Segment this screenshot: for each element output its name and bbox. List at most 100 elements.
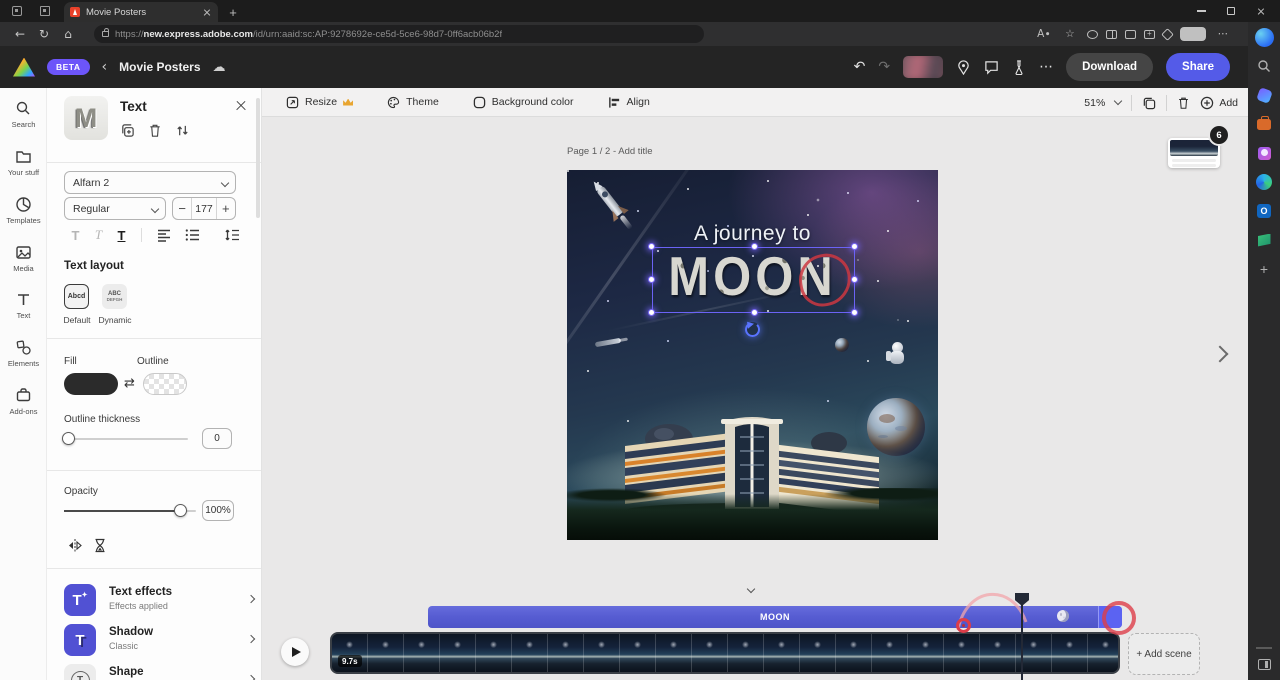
layout-default-tile[interactable]: Abcd <box>64 284 89 309</box>
redo-icon[interactable]: ↷ <box>878 59 890 75</box>
selection-handle-nw[interactable] <box>648 243 655 250</box>
favorites-bar-icon[interactable] <box>1125 30 1136 39</box>
refresh-icon[interactable]: ↻ <box>32 27 56 41</box>
font-weight-select[interactable]: Regular <box>64 197 166 220</box>
tab-actions-icon[interactable] <box>34 2 56 20</box>
sidebar-item-add-ons[interactable]: Add-ons <box>0 387 47 416</box>
page-label[interactable]: Page 1 / 2 - Add title <box>567 146 653 157</box>
align-text-icon[interactable] <box>156 228 172 242</box>
swap-fill-outline-icon[interactable]: ⇄ <box>124 376 135 391</box>
fill-color-swatch[interactable] <box>64 373 118 395</box>
sidebar-search-icon[interactable] <box>1254 56 1274 76</box>
outline-thickness-slider[interactable] <box>64 438 188 440</box>
url-bar[interactable]: https://new.express.adobe.com/id/urn:aai… <box>94 25 704 43</box>
filmstrip-frame[interactable] <box>512 634 548 672</box>
collections-icon[interactable] <box>1144 30 1155 39</box>
favorites-icon[interactable]: ☆ <box>1061 28 1079 40</box>
outline-color-swatch[interactable] <box>143 373 187 395</box>
document-title[interactable]: Movie Posters <box>119 60 200 74</box>
read-aloud-icon[interactable]: A∙ <box>1035 28 1053 40</box>
share-button[interactable]: Share <box>1166 53 1230 81</box>
pages-stack[interactable]: 6 <box>1168 130 1224 174</box>
filmstrip-frame[interactable] <box>980 634 1016 672</box>
font-size-increase-button[interactable]: + <box>217 198 235 219</box>
selection-handle-s[interactable] <box>751 309 758 316</box>
filmstrip-frame[interactable] <box>620 634 656 672</box>
beaker-icon[interactable] <box>1012 60 1026 75</box>
sidebar-item-elements[interactable]: Elements <box>0 339 47 368</box>
opacity-value[interactable]: 100% <box>202 500 234 521</box>
filmstrip-frame[interactable] <box>764 634 800 672</box>
zoom-value[interactable]: 51% <box>1084 97 1105 109</box>
arrange-order-icon[interactable] <box>175 123 190 138</box>
flip-horizontal-icon[interactable] <box>67 538 83 553</box>
list-icon[interactable] <box>184 228 200 242</box>
resize-button[interactable]: Resize <box>286 96 353 109</box>
playhead[interactable] <box>1021 597 1023 680</box>
back-icon[interactable]: ← <box>8 27 32 41</box>
filmstrip-frame[interactable] <box>908 634 944 672</box>
people-icon[interactable] <box>1254 143 1274 163</box>
filmstrip-frame[interactable] <box>800 634 836 672</box>
slider-thumb[interactable] <box>62 432 75 445</box>
filmstrip-frame[interactable] <box>944 634 980 672</box>
background-color-button[interactable]: Background color <box>473 96 574 109</box>
games-icon[interactable] <box>1254 172 1274 192</box>
panel-close-icon[interactable] <box>235 100 247 112</box>
hourglass-icon[interactable] <box>93 538 107 553</box>
font-size-decrease-button[interactable]: − <box>173 198 191 219</box>
split-screen-icon[interactable] <box>1106 30 1117 39</box>
minimize-button[interactable] <box>1186 0 1216 22</box>
align-button[interactable]: Align <box>608 96 650 109</box>
filmstrip-frame[interactable] <box>872 634 908 672</box>
filmstrip-frame[interactable] <box>548 634 584 672</box>
tab-close-icon[interactable] <box>202 7 212 17</box>
filmstrip-frame[interactable] <box>368 634 404 672</box>
slider-thumb[interactable] <box>174 504 187 517</box>
home-icon[interactable]: ⌂ <box>56 27 80 41</box>
outline-thickness-value[interactable]: 0 <box>202 428 232 449</box>
selection-handle-w[interactable] <box>648 276 655 283</box>
opacity-slider[interactable] <box>64 510 196 512</box>
filmstrip-frame[interactable] <box>1052 634 1088 672</box>
workspaces-icon[interactable] <box>6 2 28 20</box>
outlook-icon[interactable]: O <box>1254 201 1274 221</box>
add-page-button[interactable]: Add <box>1200 96 1238 110</box>
filmstrip-frame[interactable] <box>1088 634 1120 672</box>
new-tab-button[interactable]: + <box>224 3 242 21</box>
close-button[interactable] <box>1246 0 1276 22</box>
shape-row[interactable]: T Shape <box>64 664 262 680</box>
copilot-icon[interactable] <box>1254 27 1274 47</box>
download-button[interactable]: Download <box>1066 53 1153 81</box>
highlighted-extension-icon[interactable] <box>1180 27 1206 41</box>
credits-chip[interactable] <box>903 56 943 78</box>
sidebar-item-media[interactable]: Media <box>0 244 47 273</box>
play-button[interactable] <box>281 638 309 666</box>
selection-handle-se[interactable] <box>851 309 858 316</box>
panel-scrollbar[interactable] <box>256 98 260 218</box>
zoom-chevron-icon[interactable] <box>1114 97 1122 105</box>
settings-more-icon[interactable]: ⋯ <box>1214 28 1232 40</box>
font-family-select[interactable]: Alfarn 2 <box>64 171 236 194</box>
delete-icon[interactable] <box>148 123 162 138</box>
selection-handle-sw[interactable] <box>648 309 655 316</box>
customize-sidebar-icon[interactable] <box>1258 659 1271 670</box>
layout-dynamic-tile[interactable]: ABC DEFGH <box>102 284 127 309</box>
filmstrip-frame[interactable] <box>656 634 692 672</box>
add-sidebar-item-icon[interactable]: + <box>1254 259 1274 279</box>
duplicate-page-icon[interactable] <box>1142 96 1156 110</box>
text-effects-row[interactable]: T✦ Text effects Effects applied <box>64 584 262 624</box>
designer-icon[interactable] <box>1254 85 1274 105</box>
add-scene-button[interactable]: + Add scene <box>1128 633 1200 675</box>
sidebar-item-your-stuff[interactable]: Your stuff <box>0 148 47 177</box>
filmstrip-frame[interactable] <box>440 634 476 672</box>
selection-handle-e[interactable] <box>851 276 858 283</box>
line-spacing-icon[interactable] <box>224 228 240 242</box>
bold-button[interactable]: T <box>64 228 87 243</box>
filmstrip-frame[interactable] <box>584 634 620 672</box>
filmstrip-frame[interactable] <box>404 634 440 672</box>
filmstrip[interactable]: 9.7s <box>330 632 1120 674</box>
underline-button[interactable]: T <box>110 228 133 243</box>
duplicate-icon[interactable] <box>120 123 135 138</box>
browser-tab[interactable]: Movie Posters <box>64 2 218 22</box>
